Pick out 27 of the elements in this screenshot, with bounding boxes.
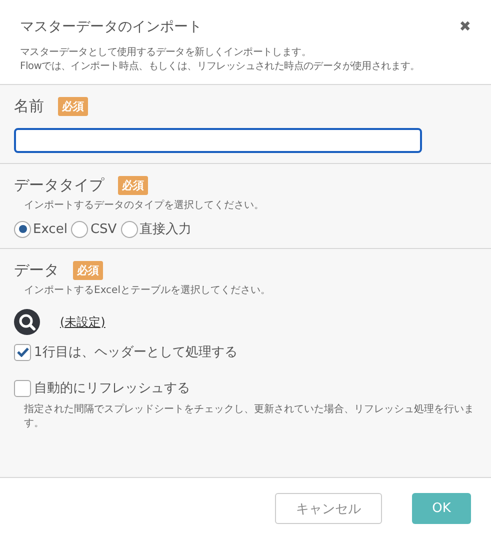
field-label: データタイプ	[14, 176, 104, 195]
required-badge: 必須	[118, 176, 148, 195]
required-badge: 必須	[58, 97, 88, 116]
radio-option[interactable]: 直接入力	[120, 220, 192, 238]
checkbox-option[interactable]: 1行目は、ヘッダーとして処理する	[14, 343, 477, 361]
radio-option[interactable]: CSV	[71, 220, 117, 238]
data-source-link[interactable]: (未設定)	[60, 314, 106, 330]
cancel-button[interactable]: キャンセル	[275, 493, 382, 524]
field-label: 名前	[14, 97, 44, 116]
name-input-field[interactable]	[14, 128, 422, 153]
field-label: データ	[14, 261, 59, 280]
dialog-description: Flowでは、インポート時点、もしくは、リフレッシュされた時点のデータが使用されます。	[20, 60, 421, 74]
radio-button[interactable]	[71, 220, 88, 238]
field-hint: インポートするデータのタイプを選択してください。	[24, 198, 265, 212]
checkbox[interactable]	[14, 380, 31, 396]
field-hint: インポートするExcelとテーブルを選択してください。	[24, 284, 272, 297]
checkbox-option[interactable]: 自動的にリフレッシュする	[14, 379, 477, 397]
checkbox-note: 指定された間隔でスプレッドシートをチェックし、更新されていた場合、リフレッシュ処理を行います。	[24, 403, 475, 431]
dialog-title: マスターデータのインポート	[20, 18, 202, 36]
radio-button[interactable]	[120, 220, 138, 238]
radio-option[interactable]: Excel	[14, 220, 68, 238]
required-badge: 必須	[73, 261, 103, 280]
dialog-description: マスターデータとして使用するデータを新しくインポートします。	[20, 46, 312, 60]
search-icon[interactable]	[14, 309, 40, 335]
checkbox[interactable]	[14, 344, 31, 360]
radio-button[interactable]	[14, 220, 31, 238]
close-button[interactable]: ✖	[459, 19, 471, 35]
